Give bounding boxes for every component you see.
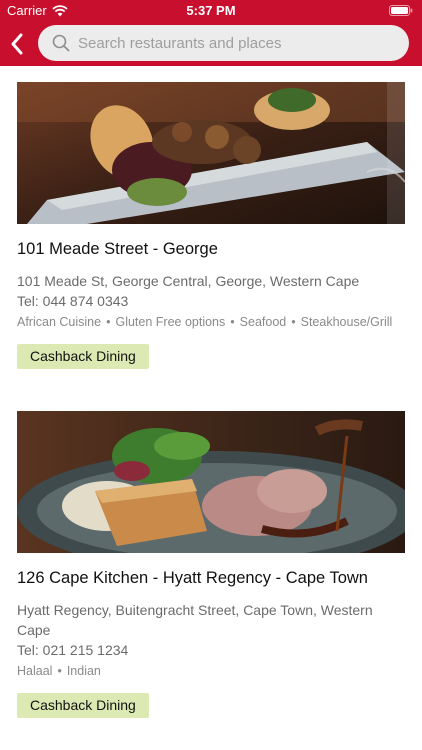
status-bar: Carrier 5:37 PM [0, 0, 422, 22]
tag-separator: • [230, 315, 235, 329]
cashback-badge: Cashback Dining [17, 693, 149, 718]
cuisine-tag: Gluten Free options [115, 315, 226, 329]
cashback-badge: Cashback Dining [17, 344, 149, 369]
restaurant-card[interactable]: 101 Meade Street - George 101 Meade St, … [17, 82, 405, 369]
status-time: 5:37 PM [186, 3, 236, 18]
restaurant-photo[interactable] [17, 82, 405, 224]
cuisine-tags: Halaal • Indian [17, 664, 422, 678]
cuisine-tag: African Cuisine [17, 315, 102, 329]
restaurant-photo[interactable] [17, 411, 405, 553]
restaurant-name[interactable]: 126 Cape Kitchen - Hyatt Regency - Cape … [17, 569, 405, 588]
restaurant-address: 101 Meade St, George Central, George, We… [17, 273, 360, 289]
cuisine-tag: Halaal [17, 664, 53, 678]
cuisine-tag: Indian [66, 664, 101, 678]
restaurant-phone: Tel: 021 215 1234 [17, 642, 129, 658]
chevron-left-icon [11, 33, 23, 55]
search-bar[interactable] [38, 25, 409, 61]
cuisine-tag: Steakhouse/Grill [300, 315, 393, 329]
battery-icon [389, 5, 413, 16]
restaurant-list: 101 Meade Street - George 101 Meade St, … [0, 66, 422, 750]
tag-separator: • [106, 315, 111, 329]
restaurant-name[interactable]: 101 Meade Street - George [17, 240, 405, 259]
search-icon [52, 34, 70, 52]
restaurant-card[interactable]: 126 Cape Kitchen - Hyatt Regency - Cape … [17, 411, 405, 718]
back-button[interactable] [4, 30, 30, 58]
cuisine-tags: African Cuisine • Gluten Free options • Seaf… [17, 315, 422, 329]
restaurant-phone: Tel: 044 874 0343 [17, 293, 129, 309]
header-bar: Carrier 5:37 PM [0, 0, 422, 66]
tag-separator: • [57, 664, 62, 678]
cuisine-tag: Seafood [239, 315, 287, 329]
restaurant-address: Hyatt Regency, Buitengracht Street, Cape… [17, 602, 373, 638]
tag-separator: • [291, 315, 296, 329]
search-input[interactable] [78, 25, 398, 61]
